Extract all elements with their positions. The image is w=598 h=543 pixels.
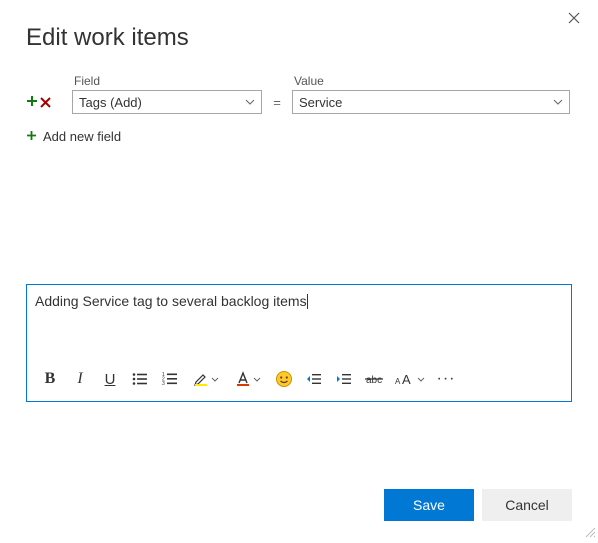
chevron-down-icon (253, 377, 261, 382)
editor-text: Adding Service tag to several backlog it… (35, 293, 307, 309)
chevron-down-icon (211, 377, 219, 382)
field-dropdown[interactable]: Tags (Add) (72, 90, 262, 114)
add-new-field-button[interactable]: Add new field (26, 128, 572, 144)
highlight-button[interactable] (185, 365, 227, 393)
chevron-down-icon (245, 99, 255, 105)
field-dropdown-value: Tags (Add) (79, 95, 142, 110)
add-new-field-label: Add new field (43, 129, 121, 144)
add-row-icon[interactable] (26, 94, 38, 111)
outdent-button[interactable] (299, 365, 329, 393)
editor-content[interactable]: Adding Service tag to several backlog it… (27, 285, 571, 359)
rich-text-editor[interactable]: Adding Service tag to several backlog it… (26, 284, 572, 402)
field-row: Field Tags (Add) = Value Service (26, 74, 572, 114)
remove-row-icon[interactable] (40, 95, 51, 111)
bold-button[interactable]: B (35, 365, 65, 393)
more-button[interactable]: ··· (431, 365, 461, 393)
svg-text:abc: abc (366, 375, 382, 386)
underline-button[interactable]: U (95, 365, 125, 393)
close-icon[interactable] (568, 12, 580, 28)
indent-button[interactable] (329, 365, 359, 393)
svg-text:A: A (402, 372, 411, 386)
bullet-list-button[interactable] (125, 365, 155, 393)
dialog-title: Edit work items (26, 24, 572, 52)
equals-label: = (262, 95, 292, 114)
resize-grip-icon[interactable] (584, 526, 596, 541)
svg-text:3: 3 (162, 381, 165, 386)
field-column-label: Field (72, 74, 262, 88)
font-size-button[interactable]: A A (389, 365, 431, 393)
plus-icon (26, 128, 37, 144)
value-column-label: Value (292, 74, 570, 88)
cancel-button[interactable]: Cancel (482, 489, 572, 521)
italic-button[interactable]: I (65, 365, 95, 393)
editor-toolbar: B I U 1 2 3 (27, 359, 571, 401)
strikethrough-button[interactable]: abc (359, 365, 389, 393)
save-button[interactable]: Save (384, 489, 474, 521)
chevron-down-icon (553, 99, 563, 105)
value-dropdown[interactable]: Service (292, 90, 570, 114)
chevron-down-icon (417, 377, 425, 382)
numbered-list-button[interactable]: 1 2 3 (155, 365, 185, 393)
value-dropdown-value: Service (299, 95, 342, 110)
font-color-button[interactable] (227, 365, 269, 393)
emoji-button[interactable] (269, 365, 299, 393)
svg-text:A: A (395, 377, 401, 386)
